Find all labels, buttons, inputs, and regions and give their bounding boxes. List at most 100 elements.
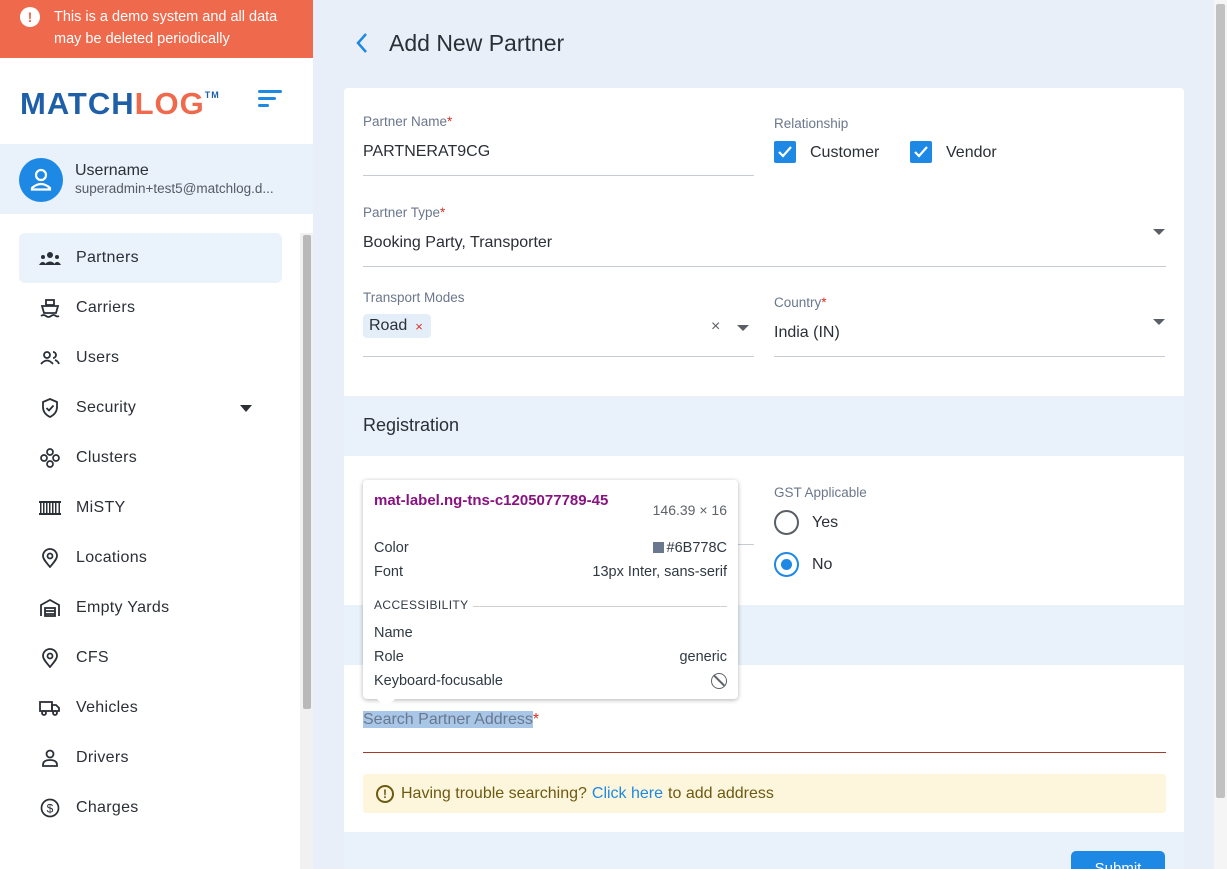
tooltip-role-value: generic xyxy=(679,649,727,665)
country-select[interactable]: India (IN) xyxy=(774,324,840,342)
warning-icon: ! xyxy=(376,784,394,803)
sidebar-item-label: Drivers xyxy=(76,749,129,766)
page-title: Add New Partner xyxy=(389,30,565,56)
sidebar-item-clusters[interactable]: Clusters xyxy=(19,433,282,483)
sidebar-item-label: Users xyxy=(76,349,120,366)
tooltip-size: 146.39 × 16 xyxy=(652,502,727,518)
search-partner-address-label[interactable]: Search Partner Address* xyxy=(363,711,539,729)
sidebar-item-label: Carriers xyxy=(76,299,136,316)
sidebar-item-vehicles[interactable]: Vehicles xyxy=(19,683,282,733)
chevron-down-icon[interactable] xyxy=(1153,319,1165,325)
transport-mode-chip: Road × xyxy=(363,314,431,338)
gst-no-label[interactable]: No xyxy=(812,556,832,574)
logo-trademark: TM xyxy=(204,90,220,100)
sidebar-item-cfs[interactable]: CFS xyxy=(19,633,282,683)
driver-icon xyxy=(39,747,61,769)
add-address-link[interactable]: Click here xyxy=(592,785,663,803)
avatar xyxy=(19,158,63,202)
divider xyxy=(473,606,727,607)
clear-icon[interactable]: × xyxy=(711,318,720,336)
demo-banner-text: This is a demo system and all data may b… xyxy=(54,9,278,47)
sidebar-scrollbar[interactable] xyxy=(300,233,313,869)
sidebar-item-users[interactable]: Users xyxy=(19,333,282,383)
scrollbar-thumb[interactable] xyxy=(1216,4,1225,798)
tooltip-name-label: Name xyxy=(374,625,413,641)
sidebar-item-label: Partners xyxy=(76,249,139,266)
main-scrollbar[interactable] xyxy=(1214,0,1227,869)
chip-remove-icon[interactable]: × xyxy=(415,319,423,334)
sidebar-item-locations[interactable]: Locations xyxy=(19,533,282,583)
gst-yes-radio[interactable] xyxy=(774,510,799,535)
clusters-icon xyxy=(39,447,61,469)
section-title: Registration xyxy=(363,415,460,435)
hint-text-after: to add address xyxy=(668,784,774,802)
vendor-checkbox-label[interactable]: Vendor xyxy=(946,144,997,162)
tooltip-color-label: Color xyxy=(374,540,409,556)
transport-modes-label: Transport Modes xyxy=(363,290,465,305)
partner-type-select[interactable]: Booking Party, Transporter xyxy=(363,234,552,252)
sidebar-item-label: Vehicles xyxy=(76,699,138,716)
sidebar-item-charges[interactable]: $ Charges xyxy=(19,783,282,833)
customer-checkbox-label[interactable]: Customer xyxy=(810,144,879,162)
sidebar-item-label: Security xyxy=(76,399,137,416)
vendor-checkbox[interactable] xyxy=(910,141,932,163)
not-focusable-icon xyxy=(711,673,727,689)
sidebar-item-label: CFS xyxy=(76,649,109,666)
partner-name-label: Partner Name* xyxy=(363,114,453,129)
tooltip-selector: mat-label.ng-tns-c1205077789-45 xyxy=(374,492,609,509)
search-partner-address-input[interactable] xyxy=(363,752,1166,753)
registration-section-header: Registration xyxy=(344,396,1184,456)
warehouse-icon xyxy=(39,597,61,619)
sidebar-item-partners[interactable]: Partners xyxy=(19,233,282,283)
tooltip-name-row: Name xyxy=(374,625,727,641)
divider xyxy=(363,175,754,176)
sidebar-item-drivers[interactable]: Drivers xyxy=(19,733,282,783)
customer-checkbox[interactable] xyxy=(774,141,796,163)
tooltip-focus-row: Keyboard-focusable xyxy=(374,673,727,689)
tooltip-font-row: Font 13px Inter, sans-serif xyxy=(374,564,727,580)
gst-yes-label[interactable]: Yes xyxy=(812,514,838,532)
matchlog-logo[interactable]: MATCHLOGTM xyxy=(20,86,220,122)
scrollbar-thumb[interactable] xyxy=(303,235,311,709)
user-name: Username xyxy=(75,162,149,179)
relationship-label: Relationship xyxy=(774,116,849,131)
back-button[interactable] xyxy=(352,30,372,56)
address-hint: ! Having trouble searching? Click here t… xyxy=(363,774,1166,813)
dollar-circle-icon: $ xyxy=(39,797,61,819)
submit-button[interactable]: Submit xyxy=(1071,851,1165,869)
hint-text: Having trouble searching? xyxy=(401,784,587,802)
sidebar-item-label: Empty Yards xyxy=(76,599,170,616)
warning-icon: ! xyxy=(20,7,40,27)
divider xyxy=(774,356,1165,357)
gst-applicable-label: GST Applicable xyxy=(774,485,867,500)
menu-toggle-icon[interactable] xyxy=(258,88,284,108)
sidebar-item-security[interactable]: Security xyxy=(19,383,282,433)
sidebar-item-carriers[interactable]: Carriers xyxy=(19,283,282,333)
truck-icon xyxy=(39,697,61,719)
location-pin-icon xyxy=(39,647,61,669)
barcode-icon xyxy=(39,497,61,519)
sidebar: ! This is a demo system and all data may… xyxy=(0,0,313,869)
tooltip-focus-label: Keyboard-focusable xyxy=(374,673,503,689)
divider xyxy=(363,266,1166,267)
sidebar-item-label: Clusters xyxy=(76,449,138,466)
ship-icon xyxy=(39,297,61,319)
sidebar-item-misty[interactable]: MiSTY xyxy=(19,483,282,533)
sidebar-item-label: Locations xyxy=(76,549,148,566)
chevron-down-icon[interactable] xyxy=(240,405,252,412)
partner-name-input[interactable]: PARTNERAT9CG xyxy=(363,143,490,161)
tooltip-font-value: 13px Inter, sans-serif xyxy=(592,564,727,580)
user-card[interactable]: Username superadmin+test5@matchlog.d... xyxy=(0,144,313,214)
svg-text:$: $ xyxy=(47,802,54,816)
tooltip-role-label: Role xyxy=(374,649,404,665)
tooltip-color-value: #6B778C xyxy=(666,540,727,556)
country-label: Country* xyxy=(774,295,827,310)
chevron-left-icon xyxy=(356,33,367,53)
chevron-down-icon[interactable] xyxy=(737,325,749,331)
partner-form: Partner Name* PARTNERAT9CG Relationship … xyxy=(344,88,1184,869)
sidebar-item-empty-yards[interactable]: Empty Yards xyxy=(19,583,282,633)
demo-banner: ! This is a demo system and all data may… xyxy=(0,0,313,58)
logo-text-match: MATCH xyxy=(20,86,135,121)
gst-no-radio[interactable] xyxy=(774,552,799,577)
chevron-down-icon[interactable] xyxy=(1153,229,1165,235)
